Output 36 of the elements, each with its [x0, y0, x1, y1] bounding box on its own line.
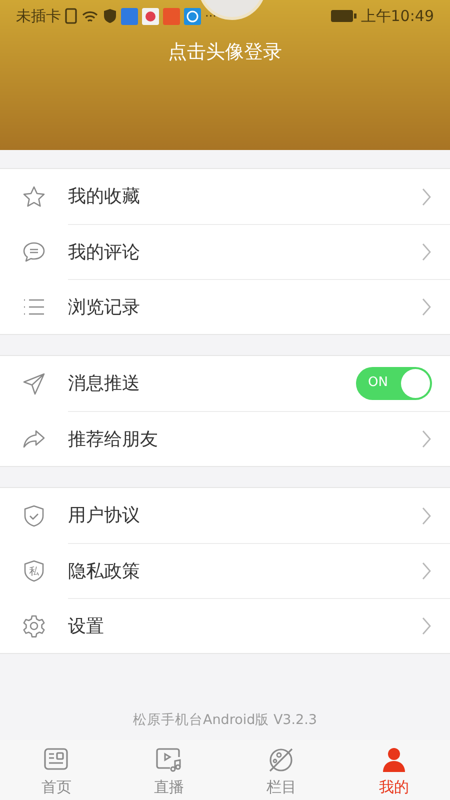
shield-check-icon	[22, 504, 46, 528]
more-text: ···	[205, 8, 216, 25]
wifi-icon	[81, 8, 99, 24]
chevron-right-icon	[421, 506, 432, 526]
menu-item-label[interactable]: 浏览记录	[68, 294, 421, 320]
app-icon	[142, 8, 159, 24]
menu-item-label[interactable]: 用户协议	[68, 502, 421, 529]
carrier-text: 未插卡	[16, 6, 61, 27]
version-text: 松原手机台Android版 V3.2.3	[132, 710, 318, 730]
menu-item-label[interactable]: 推荐给朋友	[68, 426, 421, 452]
comment-icon	[22, 240, 46, 264]
chevron-right-icon	[421, 242, 432, 262]
menu-item-label[interactable]: 消息推送	[68, 370, 356, 397]
video-music-icon	[154, 746, 183, 774]
planet-icon	[267, 746, 296, 774]
chevron-right-icon	[421, 616, 432, 636]
shield-icon	[103, 8, 117, 24]
chevron-right-icon	[421, 186, 432, 206]
menu-item-label[interactable]: 隐私政策	[68, 558, 421, 584]
chevron-right-icon	[421, 429, 432, 449]
menu-item-label[interactable]: 我的收藏	[68, 183, 421, 210]
battery-icon	[330, 9, 357, 23]
sim-icon	[65, 8, 77, 24]
send-icon	[22, 372, 46, 396]
menu-item-label[interactable]: 设置	[68, 612, 421, 640]
privacy-shield-icon: 私	[22, 558, 46, 582]
app-icon	[121, 8, 138, 24]
app-icon	[163, 8, 180, 24]
app-icon	[184, 8, 201, 24]
tab[interactable]: 我的	[338, 740, 450, 800]
chevron-right-icon	[421, 561, 432, 581]
menu-item-label[interactable]: 我的评论	[68, 238, 421, 266]
chevron-right-icon	[421, 297, 432, 317]
time-text: 上午10:49	[360, 6, 434, 27]
gear-icon	[22, 614, 46, 638]
star-icon	[22, 184, 46, 208]
